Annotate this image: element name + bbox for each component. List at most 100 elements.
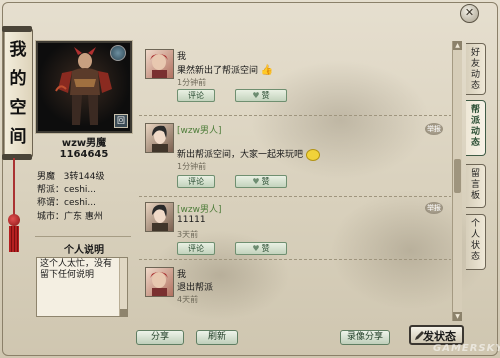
window-title: 我 的 空 间: [2, 26, 33, 160]
like-button[interactable]: ♥ 赞: [235, 175, 287, 188]
intro-scrollbar[interactable]: [119, 258, 127, 316]
scroll-up-icon[interactable]: ▲: [453, 41, 462, 50]
profile-id: 1164645: [59, 149, 109, 160]
like-label: 赞: [261, 177, 270, 186]
tab-char: 言: [470, 180, 480, 190]
like-label: 赞: [261, 91, 270, 100]
profile-name: wzw男魔: [61, 138, 107, 149]
profile-title: 称谓：ceshi...: [37, 195, 96, 208]
post-status-button[interactable]: 发状态: [409, 325, 464, 345]
scroll-down-icon[interactable]: ▼: [453, 312, 462, 321]
tab-personal-status[interactable]: 个人状态: [466, 214, 486, 270]
faction-value: ceshi...: [64, 185, 96, 195]
post-status-label: 发状态: [423, 330, 456, 343]
city-label: 城市：: [37, 212, 65, 222]
feed-post: [wzw男人] 举报 11111 3天前 评论 ♥ 赞: [139, 202, 449, 264]
profile-faction: 帮派：ceshi...: [37, 182, 96, 195]
intro-text: 这个人太忙，没有留下任何说明: [40, 259, 113, 280]
avatar-corner-button[interactable]: 回: [114, 114, 128, 128]
title-value: ceshi...: [64, 198, 96, 208]
tab-char: 动: [470, 70, 480, 80]
profile-level: 男魔 3转144级: [37, 169, 105, 182]
intro-heading: 个人说明: [64, 245, 104, 256]
profile-city: 城市：广东 惠州: [37, 209, 103, 222]
post-divider: [139, 196, 451, 197]
heart-icon: ♥: [252, 91, 260, 100]
post-time: 1分钟前: [177, 78, 207, 87]
post-author[interactable]: [wzw男人]: [177, 202, 221, 215]
tab-char: 态: [470, 252, 480, 262]
report-button[interactable]: 举报: [425, 202, 443, 214]
post-author[interactable]: 我: [177, 49, 186, 62]
scroll-cap: [2, 154, 32, 160]
comment-button[interactable]: 评论: [177, 89, 215, 102]
tab-char: 态: [470, 138, 480, 148]
tassel-ornament: [8, 158, 20, 254]
like-label: 赞: [261, 244, 270, 253]
report-button[interactable]: 举报: [425, 123, 443, 135]
watermark: GAMERSKY: [433, 343, 500, 354]
title-char: 的: [9, 69, 27, 89]
tab-guild-activity[interactable]: 帮派动态: [466, 100, 486, 156]
tab-char: 派: [470, 116, 480, 126]
tab-friend-activity[interactable]: 好友动态: [466, 43, 486, 95]
record-share-button[interactable]: 录像分享: [340, 330, 390, 345]
city-value: 广东 惠州: [64, 212, 103, 222]
tab-char: 个: [470, 219, 480, 229]
heart-icon: ♥: [252, 244, 260, 253]
title-char: 间: [9, 127, 27, 147]
post-divider: [139, 259, 451, 260]
post-avatar[interactable]: [145, 202, 174, 232]
intro-scroll-handle[interactable]: [120, 309, 127, 316]
tab-char: 动: [470, 127, 480, 137]
thumbs-up-icon: 👍: [260, 65, 274, 76]
comment-button[interactable]: 评论: [177, 242, 215, 255]
tab-char: 帮: [470, 105, 480, 115]
post-time: 3天前: [177, 230, 199, 239]
intro-box: 这个人太忙，没有留下任何说明: [36, 257, 128, 317]
tab-char: 态: [470, 81, 480, 91]
share-button[interactable]: 分享: [136, 330, 184, 345]
post-text-content: 新出帮派空间，大家一起来玩吧: [177, 150, 304, 160]
post-author[interactable]: [wzw男人]: [177, 123, 221, 136]
post-divider: [139, 115, 451, 116]
smiley-icon: [305, 148, 320, 161]
tab-char: 板: [470, 191, 480, 201]
tab-char: 友: [470, 59, 480, 69]
like-button[interactable]: ♥ 赞: [235, 242, 287, 255]
refresh-button[interactable]: 刷新: [196, 330, 238, 345]
post-avatar[interactable]: [145, 267, 174, 297]
faction-label: 帮派：: [37, 185, 65, 195]
feed-post: [wzw男人] 举报 新出帮派空间，大家一起来玩吧 1分钟前 评论 ♥ 赞: [139, 123, 449, 193]
like-button[interactable]: ♥ 赞: [235, 89, 287, 102]
feed-scrollbar[interactable]: ▲ ▼: [452, 41, 462, 321]
post-text: 果然新出了帮派空间 👍: [177, 63, 273, 76]
post-avatar[interactable]: [145, 49, 174, 79]
title-char: 我: [9, 40, 27, 60]
post-author[interactable]: 我: [177, 267, 186, 280]
tab-char: 人: [470, 230, 480, 240]
level-value: 3转144级: [63, 172, 105, 182]
comment-button[interactable]: 评论: [177, 175, 215, 188]
tab-char: 好: [470, 48, 480, 58]
space-window: 我 的 空 间 回 wzw男魔 1164645 男魔 3转144级 帮派：ces…: [0, 0, 500, 358]
post-text: 退出帮派: [177, 283, 214, 293]
feed-post: 我 退出帮派 4天前: [139, 267, 449, 321]
tab-char: 状: [470, 241, 480, 251]
tab-message-board[interactable]: 留言板: [466, 164, 486, 208]
feed-list: 我 果然新出了帮派空间 👍 1分钟前 评论 ♥ 赞 [wzw男人] 举报 新出帮派…: [139, 41, 461, 321]
feed-post: 我 果然新出了帮派空间 👍 1分钟前 评论 ♥ 赞: [139, 49, 449, 115]
pen-icon: [415, 331, 424, 340]
title-char: 空: [9, 98, 27, 118]
close-button[interactable]: ✕: [460, 4, 479, 23]
scroll-thumb[interactable]: [454, 159, 461, 193]
scroll-cap: [2, 26, 32, 32]
post-time: 1分钟前: [177, 162, 207, 171]
avatar-badge-icon: [110, 45, 126, 61]
post-time: 4天前: [177, 295, 199, 304]
level-label: 男魔: [37, 172, 56, 182]
post-avatar[interactable]: [145, 123, 174, 153]
title-label: 称谓：: [37, 198, 65, 208]
divider: [35, 236, 131, 237]
post-text: 新出帮派空间，大家一起来玩吧: [177, 147, 320, 161]
